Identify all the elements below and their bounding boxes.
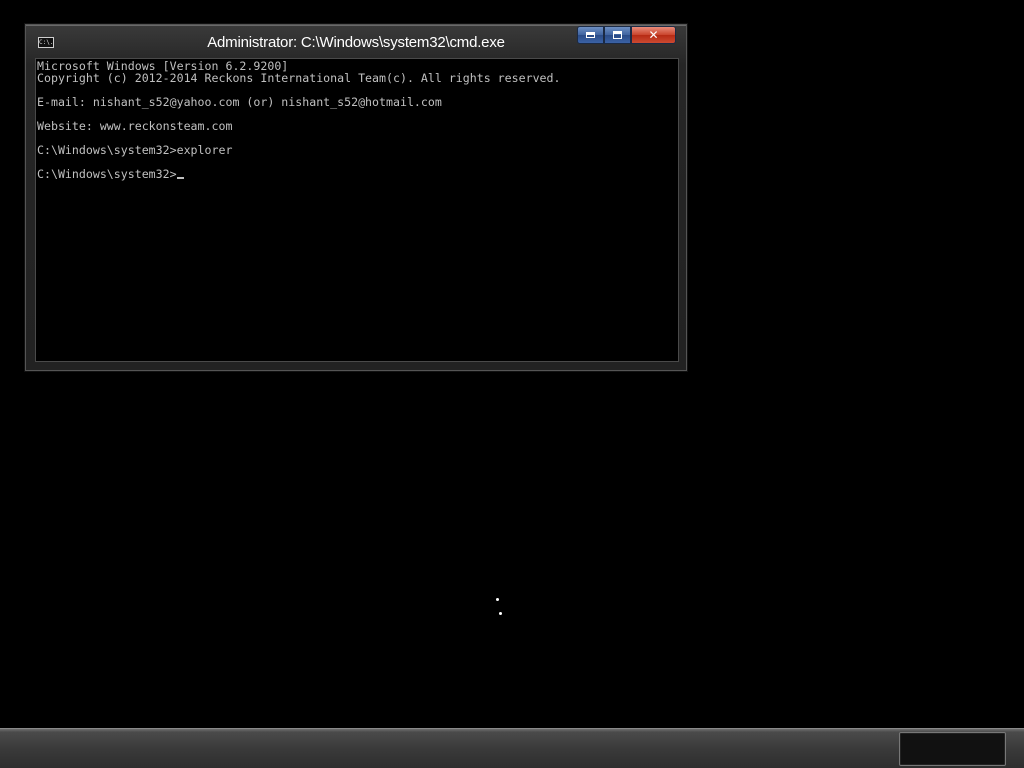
- loading-dot: [499, 612, 502, 615]
- maximize-button[interactable]: [604, 26, 631, 44]
- minimize-icon: [586, 32, 595, 38]
- console-line: Copyright (c) 2012-2014 Reckons Internat…: [37, 71, 561, 85]
- close-icon: ✕: [648, 28, 659, 42]
- minimize-button[interactable]: [577, 26, 604, 44]
- caption-buttons: ✕: [577, 26, 676, 46]
- maximize-icon: [613, 31, 622, 39]
- console-prompt: C:\Windows\system32>: [37, 167, 177, 181]
- console-prompt-line: C:\Windows\system32>: [37, 168, 678, 180]
- desktop-background: C:\. Administrator: C:\Windows\system32\…: [0, 0, 1024, 768]
- loading-dot: [496, 598, 499, 601]
- console-line: C:\Windows\system32>explorer: [37, 143, 233, 157]
- close-button[interactable]: ✕: [631, 26, 676, 44]
- console-line: Website: www.reckonsteam.com: [37, 119, 233, 133]
- text-cursor: [176, 177, 184, 179]
- taskbar[interactable]: [0, 728, 1024, 768]
- title-bar[interactable]: C:\. Administrator: C:\Windows\system32\…: [26, 25, 686, 58]
- cmd-window[interactable]: C:\. Administrator: C:\Windows\system32\…: [25, 24, 687, 371]
- show-desktop-button[interactable]: [899, 732, 1006, 766]
- console-area[interactable]: Microsoft Windows [Version 6.2.9200] Copy…: [35, 58, 679, 362]
- console-line: E-mail: nishant_s52@yahoo.com (or) nisha…: [37, 95, 442, 109]
- console-output: Microsoft Windows [Version 6.2.9200] Copy…: [37, 60, 678, 180]
